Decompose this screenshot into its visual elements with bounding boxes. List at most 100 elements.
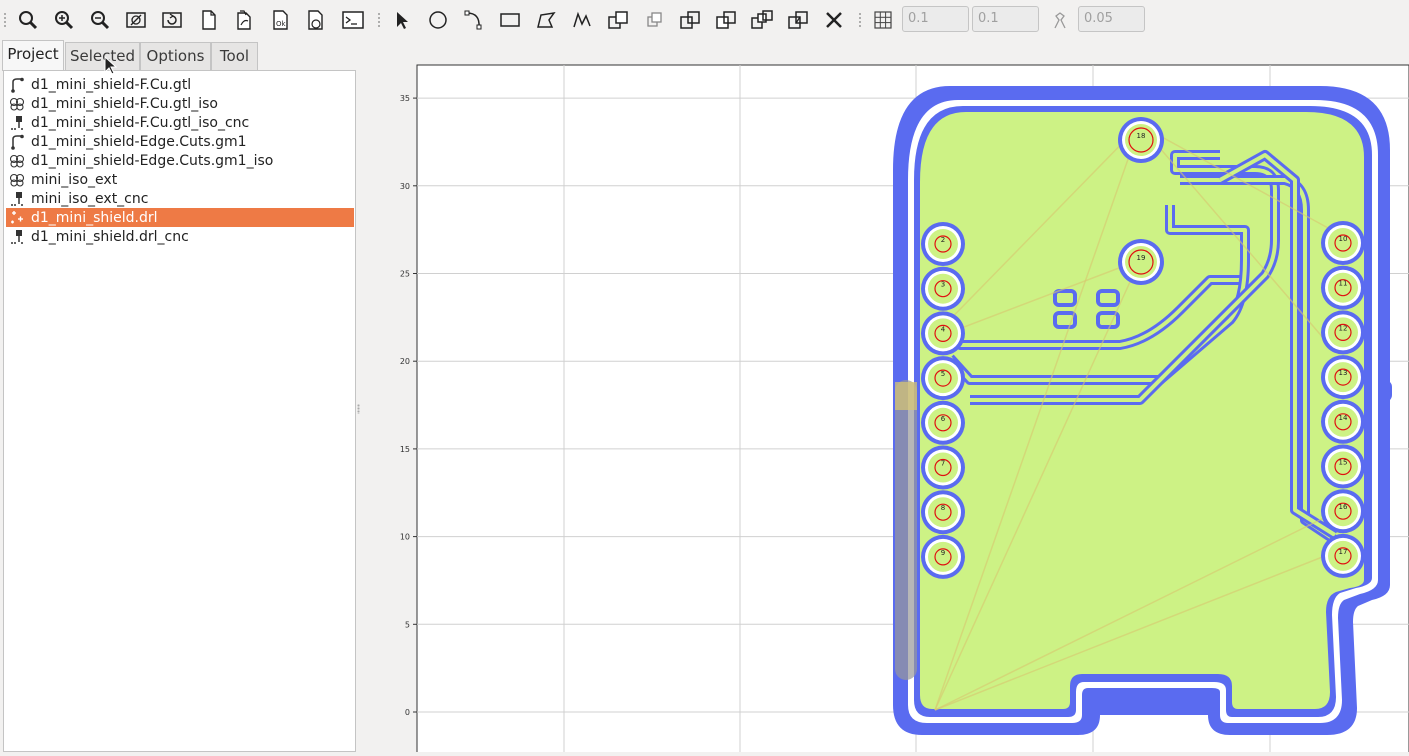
zoom-in-icon[interactable] <box>51 7 77 33</box>
pad-left-copper <box>928 229 958 259</box>
tab-options[interactable]: Options <box>140 42 211 70</box>
gerber-icon <box>8 133 26 150</box>
clear-plot-icon[interactable] <box>123 7 149 33</box>
select-icon[interactable] <box>389 7 415 33</box>
subtract-icon[interactable] <box>749 7 775 33</box>
project-list: d1_mini_shield-F.Cu.gtl d1_mini_shield-F.… <box>3 70 356 752</box>
open-excellon-icon[interactable]: Ok <box>268 7 294 33</box>
drill-icon <box>8 209 26 226</box>
zoom-fit-icon[interactable] <box>15 7 41 33</box>
toolbar-grip <box>4 12 6 28</box>
list-item[interactable]: d1_mini_shield-Edge.Cuts.gm1_iso <box>6 151 354 170</box>
geometry-icon <box>8 152 26 169</box>
main-toolbar: Ok 0.1 0.1 0.05 <box>0 0 1409 40</box>
tab-project[interactable]: Project <box>2 40 64 71</box>
copy-icon[interactable] <box>641 7 667 33</box>
list-item-label: d1_mini_shield-Edge.Cuts.gm1 <box>31 133 247 150</box>
geometry-icon <box>8 171 26 188</box>
list-item-label: d1_mini_shield-F.Cu.gtl_iso <box>31 95 218 112</box>
move-icon[interactable] <box>605 7 631 33</box>
open-gcode-icon[interactable] <box>303 7 329 33</box>
pad-left-label: 6 <box>941 415 946 423</box>
new-project-icon[interactable] <box>196 7 222 33</box>
list-item[interactable]: mini_iso_ext_cnc <box>6 189 354 208</box>
toolbar-separator <box>859 12 861 28</box>
y-tick-label: 5 <box>405 620 410 629</box>
gerber-icon <box>8 76 26 93</box>
y-tick-label: 35 <box>400 94 410 103</box>
grid-y-input[interactable]: 0.1 <box>972 6 1039 32</box>
intersection-icon[interactable] <box>713 7 739 33</box>
pad-top-label: 19 <box>1137 254 1146 262</box>
tab-left-gap <box>895 382 917 410</box>
delete-icon[interactable] <box>821 7 847 33</box>
grid-snap-icon[interactable] <box>870 7 896 33</box>
tab-left <box>895 380 917 680</box>
pad-right-label: 14 <box>1339 414 1348 422</box>
cnc-icon <box>8 114 26 131</box>
list-item-label: d1_mini_shield.drl <box>31 209 158 226</box>
list-item[interactable]: d1_mini_shield.drl_cnc <box>6 227 354 246</box>
rectangle-icon[interactable] <box>497 7 523 33</box>
replot-icon[interactable] <box>159 7 185 33</box>
pad-right-label: 13 <box>1339 369 1348 377</box>
cnc-icon <box>8 228 26 245</box>
y-tick-label: 25 <box>400 270 410 279</box>
pad-left-label: 8 <box>941 504 945 512</box>
y-tick-label: 15 <box>400 445 410 454</box>
list-item-label: mini_iso_ext <box>31 171 118 188</box>
pad-left-label: 9 <box>941 549 945 557</box>
snap-max-input[interactable]: 0.05 <box>1078 6 1145 32</box>
tab-tool[interactable]: Tool <box>211 42 258 70</box>
mouse-pointer-icon <box>104 55 118 80</box>
arc-icon[interactable] <box>461 7 487 33</box>
path-icon[interactable] <box>569 7 595 33</box>
list-item[interactable]: mini_iso_ext <box>6 170 354 189</box>
pad-top-label: 18 <box>1137 132 1146 140</box>
list-item[interactable]: d1_mini_shield-F.Cu.gtl_iso <box>6 94 354 113</box>
list-item[interactable]: d1_mini_shield-Edge.Cuts.gm1 <box>6 132 354 151</box>
geometry-icon <box>8 95 26 112</box>
svg-text:Ok: Ok <box>276 20 287 28</box>
pad-left-label: 7 <box>941 460 945 468</box>
pad-right-label: 10 <box>1339 235 1348 243</box>
pad-left-label: 5 <box>941 370 945 378</box>
list-item-label: d1_mini_shield.drl_cnc <box>31 228 189 245</box>
list-item[interactable]: d1_mini_shield.drl <box>6 208 354 227</box>
grid-x-input[interactable]: 0.1 <box>902 6 969 32</box>
list-item-label: mini_iso_ext_cnc <box>31 190 149 207</box>
toolbar-separator <box>378 12 380 28</box>
tab-selected[interactable]: Selected <box>65 42 140 70</box>
pad-right-label: 16 <box>1339 503 1348 511</box>
union-icon[interactable] <box>677 7 703 33</box>
pad-right-label: 12 <box>1339 324 1348 332</box>
list-item-label: d1_mini_shield-F.Cu.gtl_iso_cnc <box>31 114 250 131</box>
shell-icon[interactable] <box>340 7 366 33</box>
pad-right-label: 11 <box>1339 280 1348 288</box>
plot-canvas[interactable]: 35 30 25 20 15 10 5 0 2 3 4 5 6 7 8 9 10 11 12 13 14 15 16 17 1… <box>360 40 1409 756</box>
open-gerber-icon[interactable] <box>232 7 258 33</box>
corner-snap-icon[interactable] <box>1047 7 1073 33</box>
y-tick-label: 0 <box>405 708 410 717</box>
y-tick-label: 20 <box>400 357 410 366</box>
zoom-out-icon[interactable] <box>87 7 113 33</box>
list-item-label: d1_mini_shield-Edge.Cuts.gm1_iso <box>31 152 274 169</box>
cnc-icon <box>8 190 26 207</box>
list-item[interactable]: d1_mini_shield-F.Cu.gtl_iso_cnc <box>6 113 354 132</box>
pad-right-copper <box>1328 451 1358 482</box>
pad-left-label: 4 <box>941 325 946 333</box>
pad-left-label: 2 <box>941 236 945 244</box>
pad-left-label: 3 <box>941 281 945 289</box>
pad-top-copper <box>1125 246 1157 278</box>
pad-top-copper <box>1125 124 1157 156</box>
y-tick-label: 30 <box>400 182 410 191</box>
pad-right-label: 15 <box>1339 459 1348 467</box>
polygon-icon[interactable] <box>533 7 559 33</box>
circle-icon[interactable] <box>425 7 451 33</box>
pad-right-copper <box>1328 228 1358 258</box>
tab-right <box>1378 380 1392 402</box>
list-item[interactable]: d1_mini_shield-F.Cu.gtl <box>6 75 354 94</box>
pcb-plot[interactable]: 35 30 25 20 15 10 5 0 2 3 4 5 6 7 8 9 10 11 12 13 14 15 16 17 1… <box>360 40 1409 756</box>
y-tick-label: 10 <box>400 533 410 542</box>
cut-icon[interactable] <box>785 7 811 33</box>
